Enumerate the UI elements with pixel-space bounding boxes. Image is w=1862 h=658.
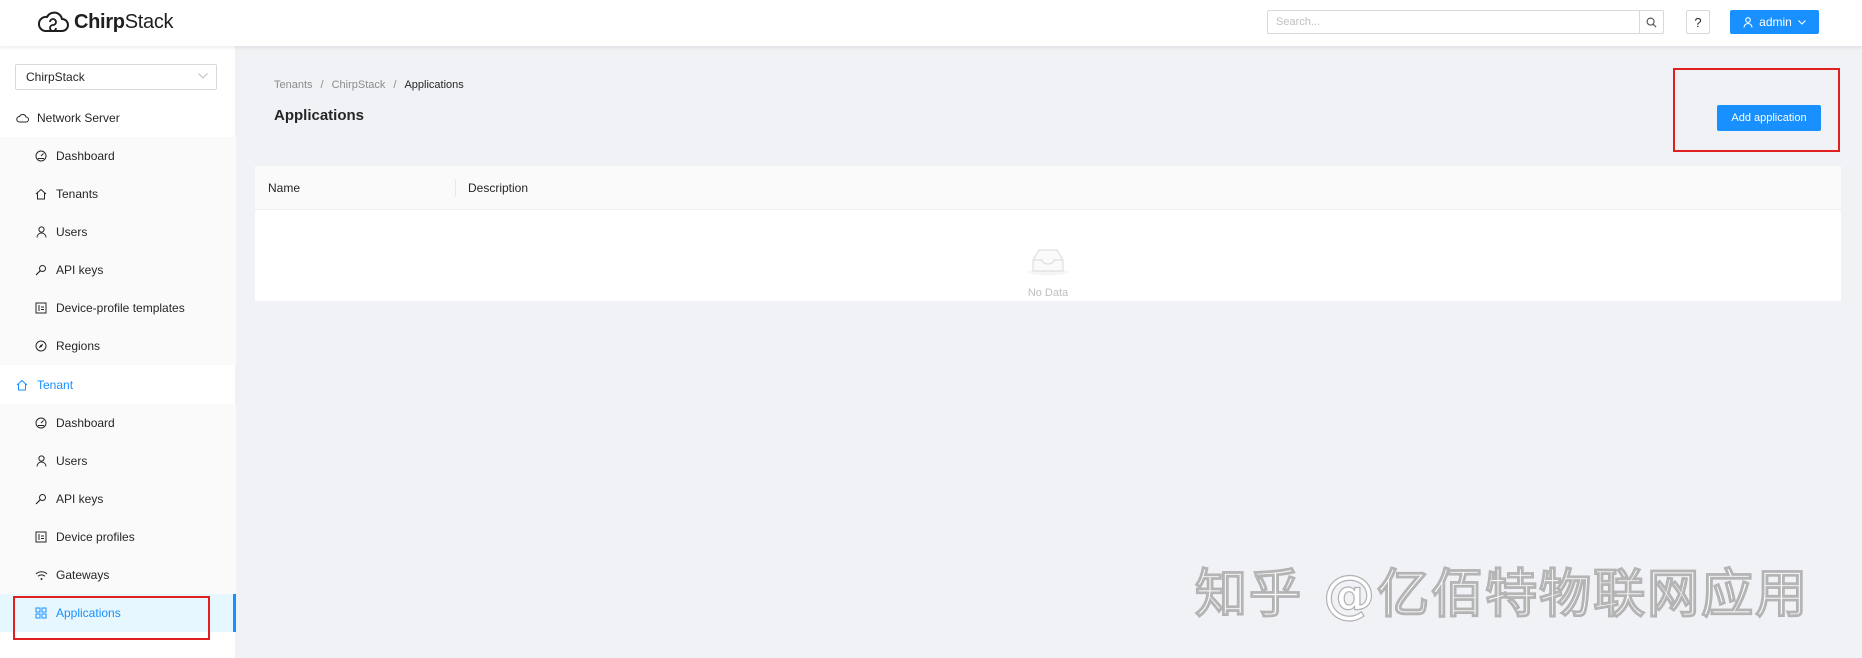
breadcrumb-separator: /	[320, 79, 324, 91]
sidebar-item-label: Dashboard	[56, 416, 115, 430]
sidebar-item-regions[interactable]: Regions	[0, 327, 236, 365]
cloud-logo-icon	[37, 11, 69, 32]
home-icon	[15, 378, 29, 392]
sidebar-item-label: Regions	[56, 339, 101, 353]
tenant-select-value: ChirpStack	[26, 70, 85, 84]
sidebar-item-ns-api-keys[interactable]: API keys	[0, 251, 236, 289]
sidebar-item-device-profiles[interactable]: Device profiles	[0, 518, 236, 556]
sidebar-item-label: Gateways	[56, 568, 110, 582]
menu-group-label: Network Server	[37, 111, 120, 125]
breadcrumb-current: Applications	[404, 79, 464, 91]
highlight-box-applications	[13, 596, 210, 640]
search-box	[1267, 10, 1664, 34]
breadcrumb: Tenants / ChirpStack / Applications	[274, 79, 464, 91]
wifi-icon	[34, 568, 48, 582]
chirpstack-logo[interactable]: ChirpStack	[36, 9, 174, 35]
sidebar-item-label: API keys	[56, 263, 104, 277]
menu-group-label: Tenant	[37, 378, 74, 392]
sidebar: ChirpStack Network Server Dashboard Tena…	[0, 46, 236, 658]
table-header: Name Description	[255, 166, 1841, 210]
user-icon	[34, 225, 48, 239]
column-header-description[interactable]: Description	[468, 181, 528, 195]
dashboard-icon	[34, 149, 48, 163]
logo-text: ChirpStack	[74, 10, 174, 33]
user-name: admin	[1759, 15, 1792, 29]
applications-table: Name Description No Data	[255, 166, 1841, 301]
sidebar-item-gateways[interactable]: Gateways	[0, 556, 236, 594]
home-icon	[34, 187, 48, 201]
sidebar-item-label: Tenants	[56, 187, 99, 201]
sidebar-item-label: Users	[56, 225, 88, 239]
sidebar-item-ns-dashboard[interactable]: Dashboard	[0, 137, 236, 175]
sidebar-item-tenant-api-keys[interactable]: API keys	[0, 480, 236, 518]
compass-icon	[34, 339, 48, 353]
template-icon	[34, 530, 48, 544]
menu-group-tenant[interactable]: Tenant	[0, 366, 236, 404]
key-icon	[34, 492, 48, 506]
menu-group-network-server[interactable]: Network Server	[0, 99, 236, 137]
empty-inbox-icon	[1028, 249, 1068, 276]
sidebar-item-label: API keys	[56, 492, 104, 506]
user-icon	[1743, 16, 1753, 28]
help-label: ?	[1694, 14, 1702, 30]
search-icon	[1646, 17, 1657, 28]
sidebar-item-label: Users	[56, 454, 88, 468]
search-input[interactable]	[1268, 11, 1639, 33]
sidebar-item-label: Device-profile templates	[56, 301, 185, 315]
sidebar-item-label: Dashboard	[56, 149, 115, 163]
cloud-icon	[15, 111, 29, 125]
breadcrumb-separator: /	[393, 79, 397, 91]
user-menu-button[interactable]: admin	[1730, 10, 1819, 34]
sidebar-item-tenants[interactable]: Tenants	[0, 175, 236, 213]
sidebar-item-ns-users[interactable]: Users	[0, 213, 236, 251]
sidebar-item-tenant-users[interactable]: Users	[0, 442, 236, 480]
page-title: Applications	[274, 107, 365, 124]
user-icon	[34, 454, 48, 468]
search-button[interactable]	[1639, 11, 1663, 33]
column-header-name[interactable]: Name	[268, 181, 300, 195]
column-divider	[455, 179, 456, 197]
chevron-down-icon	[198, 73, 208, 79]
dashboard-icon	[34, 416, 48, 430]
breadcrumb-chirpstack[interactable]: ChirpStack	[332, 79, 386, 91]
top-header: ChirpStack ? admin	[0, 0, 1862, 46]
sidebar-item-tenant-dashboard[interactable]: Dashboard	[0, 404, 236, 442]
breadcrumb-tenants[interactable]: Tenants	[274, 79, 313, 91]
add-application-button[interactable]: Add application	[1717, 105, 1821, 131]
help-button[interactable]: ?	[1686, 10, 1710, 34]
template-icon	[34, 301, 48, 315]
sidebar-item-label: Device profiles	[56, 530, 135, 544]
empty-text: No Data	[1027, 287, 1069, 299]
sidebar-item-device-profile-templates[interactable]: Device-profile templates	[0, 289, 236, 327]
chevron-down-icon	[1797, 19, 1806, 25]
tenant-select[interactable]: ChirpStack	[15, 64, 217, 90]
key-icon	[34, 263, 48, 277]
table-empty-state: No Data	[255, 210, 1841, 301]
watermark-text: 知乎 @亿佰特物联网应用	[1194, 564, 1810, 625]
